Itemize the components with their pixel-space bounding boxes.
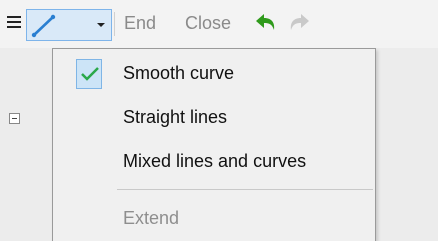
checkmark-box [76, 59, 102, 89]
dropdown-arrow-icon [97, 23, 105, 27]
curve-pen-icon [31, 14, 56, 38]
menu-item-straight-lines[interactable]: Straight lines [123, 107, 227, 128]
menu-item-mixed-lines-and-curves[interactable]: Mixed lines and curves [123, 151, 306, 172]
check-icon [81, 67, 99, 81]
menu-item-extend[interactable]: Extend [123, 208, 179, 229]
menu-item-smooth-curve[interactable]: Smooth curve [123, 63, 234, 84]
end-button[interactable]: End [124, 13, 156, 34]
menu-separator [117, 189, 373, 190]
collapse-toggle-icon[interactable] [9, 113, 20, 124]
close-button[interactable]: Close [185, 13, 231, 34]
toolbar-separator [114, 12, 115, 36]
hamburger-menu-icon[interactable] [7, 16, 21, 30]
undo-icon[interactable] [254, 11, 280, 35]
toolbar: End Close [0, 0, 438, 48]
tree-panel [0, 48, 52, 241]
curve-type-menu: Smooth curve Straight lines Mixed lines … [52, 48, 376, 241]
curve-tool-dropdown-button[interactable] [26, 9, 112, 41]
redo-icon[interactable] [285, 11, 311, 35]
